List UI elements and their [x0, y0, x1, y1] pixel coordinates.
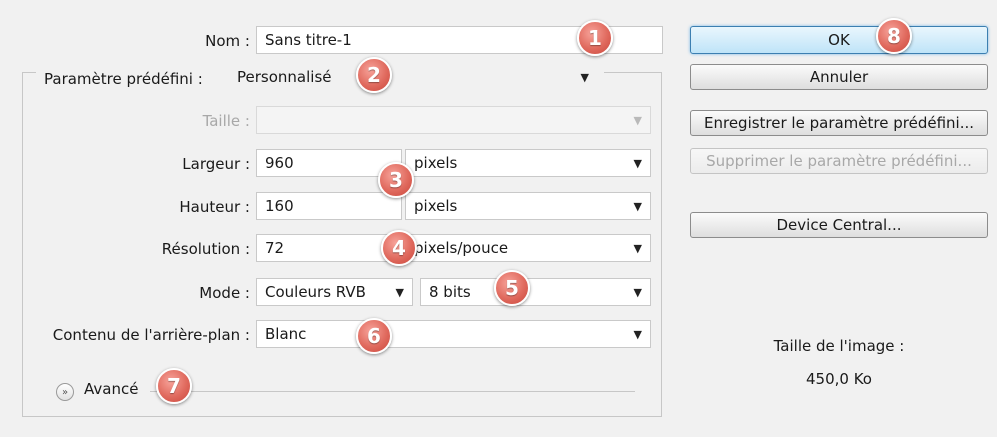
height-unit-value: pixels: [414, 197, 458, 215]
annotation-badge: 8: [876, 18, 912, 54]
expand-advanced-icon[interactable]: »: [56, 383, 74, 401]
mode-label: Mode :: [199, 284, 250, 302]
background-select-value: Blanc: [265, 325, 307, 343]
chevron-down-icon: ▼: [395, 285, 404, 299]
bit-depth-value: 8 bits: [429, 283, 471, 301]
bit-depth-select[interactable]: 8 bits ▼: [420, 278, 651, 306]
resolution-input-value: 72: [265, 239, 285, 257]
preset-select-value: Personnalisé: [237, 68, 332, 86]
size-select: ▼: [256, 106, 651, 134]
height-input[interactable]: 160: [256, 192, 402, 220]
annotation-badge: 1: [577, 20, 613, 56]
height-label: Hauteur :: [179, 198, 250, 216]
advanced-label[interactable]: Avancé: [84, 380, 138, 398]
height-unit-select[interactable]: pixels ▼: [405, 192, 651, 220]
chevron-down-icon: ▼: [633, 199, 642, 213]
image-size-label: Taille de l'image :: [773, 337, 905, 355]
width-label: Largeur :: [182, 155, 250, 173]
chevron-down-icon: ▼: [633, 285, 642, 299]
annotation-badge: 6: [356, 318, 392, 354]
height-input-value: 160: [265, 197, 294, 215]
chevron-down-icon: ▼: [633, 241, 642, 255]
size-label: Taille :: [202, 112, 250, 130]
annotation-badge: 4: [381, 230, 417, 266]
color-mode-value: Couleurs RVB: [265, 283, 366, 301]
width-unit-value: pixels: [414, 154, 458, 172]
preset-select[interactable]: Personnalisé ▼: [228, 64, 598, 90]
name-label: Nom :: [205, 32, 250, 50]
annotation-badge: 5: [494, 270, 530, 306]
width-input-value: 960: [265, 154, 294, 172]
image-size-value: 450,0 Ko: [806, 370, 872, 388]
cancel-button[interactable]: Annuler: [690, 64, 988, 90]
preset-label: Paramètre prédéfini :: [44, 70, 203, 88]
resolution-label: Résolution :: [161, 240, 250, 258]
background-select[interactable]: Blanc ▼: [256, 320, 651, 348]
annotation-badge: 2: [356, 57, 392, 93]
chevron-down-icon: ▼: [633, 156, 642, 170]
background-label: Contenu de l'arrière-plan :: [52, 326, 250, 344]
annotation-badge: 7: [156, 368, 192, 404]
advanced-divider: [150, 391, 635, 392]
ok-button[interactable]: OK: [690, 26, 988, 54]
resolution-unit-select[interactable]: pixels/pouce ▼: [405, 234, 651, 262]
device-central-button[interactable]: Device Central...: [690, 212, 988, 238]
name-input-value: Sans titre-1: [265, 31, 352, 49]
delete-preset-button: Supprimer le paramètre prédéfini...: [690, 148, 988, 174]
save-preset-button[interactable]: Enregistrer le paramètre prédéfini...: [690, 110, 988, 136]
annotation-badge: 3: [378, 162, 414, 198]
chevron-down-icon: ▼: [633, 113, 642, 127]
chevron-down-icon: ▼: [633, 327, 642, 341]
resolution-unit-value: pixels/pouce: [414, 239, 509, 257]
color-mode-select[interactable]: Couleurs RVB ▼: [256, 278, 413, 306]
chevron-down-icon: ▼: [580, 70, 589, 84]
width-unit-select[interactable]: pixels ▼: [405, 149, 651, 177]
